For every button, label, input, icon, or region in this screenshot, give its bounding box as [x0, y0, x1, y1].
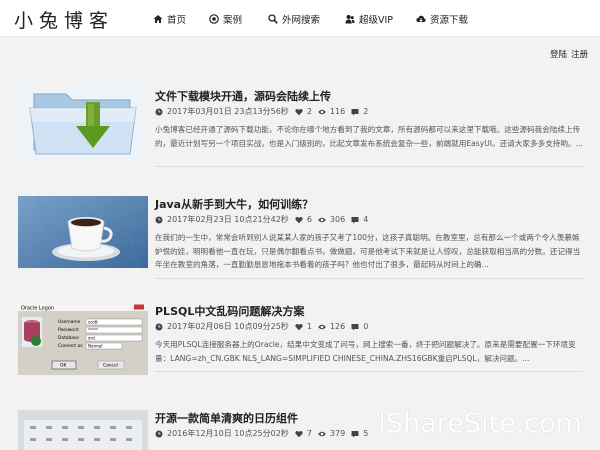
post-excerpt: 今天用PLSQL连接服务器上的Oracle，结果中文变成了问号，网上搜索一番，终… [155, 340, 576, 363]
nav-home[interactable]: 首页 [153, 11, 186, 27]
eye-icon [318, 430, 326, 438]
heart-icon [295, 108, 303, 116]
dialog-title: Oracle Logon [21, 305, 54, 311]
comment-icon [351, 430, 359, 438]
clock-icon [155, 430, 163, 438]
nav-resource-download-label: 资源下载 [430, 15, 469, 26]
post-date: 2016年12月10日 10点25分02秒 [167, 429, 289, 438]
oracle-logon-dialog-image: Oracle Logon Username scott Password ***… [18, 303, 148, 375]
home-icon [153, 14, 163, 24]
post-thumbnail[interactable] [18, 88, 148, 160]
nav-resource-download[interactable]: 资源下载 [416, 11, 468, 27]
nav-web-search-label: 外网搜索 [282, 15, 321, 26]
post-thumbnail[interactable]: Oracle Logon Username scott Password ***… [18, 303, 148, 375]
post-meta: 2017年02月23日 10点21分42秒 6 306 4 [155, 214, 374, 225]
post-comments: 0 [363, 322, 369, 331]
post-title[interactable]: 文件下载模块开通，源码会陆续上传 [155, 88, 331, 104]
post-title[interactable]: Java从新手到大牛，如何训练？ [155, 196, 313, 212]
nav-super-vip-label: 超级VIP [359, 15, 394, 26]
eye-icon [318, 216, 326, 224]
coffee-cup-image [18, 196, 148, 268]
post-meta: 2017年02月06日 10点09分25秒 1 126 0 [155, 321, 374, 332]
post-divider [155, 166, 583, 167]
post-date: 2017年03月01日 23点13分56秒 [167, 107, 289, 116]
post-excerpt: 在我们的一生中，常常会听到别人说某某人家的孩子又考了100分，这孩子真聪明。在教… [155, 233, 581, 269]
post-meta: 2016年12月10日 10点25分02秒 7 379 5 [155, 428, 374, 439]
post-thumbnail[interactable] [18, 196, 148, 268]
svg-text:orcl: orcl [88, 336, 95, 341]
top-navbar: 小兔博客 首页 案例 外网搜索 超级VIP 资源下载 [0, 0, 600, 37]
post-meta: 2017年03月01日 23点13分56秒 2 116 2 [155, 106, 374, 117]
post-comments: 2 [363, 107, 369, 116]
svg-text:Username: Username [58, 319, 81, 325]
post-views: 306 [329, 215, 346, 224]
eye-icon [318, 323, 326, 331]
nav-super-vip[interactable]: 超级VIP [345, 11, 393, 27]
svg-text:scott: scott [88, 320, 98, 325]
clock-icon [155, 108, 163, 116]
register-link[interactable]: 注册 [571, 50, 588, 60]
post-excerpt: 小兔博客已经开通了源码下载功能，不论你在哪个地方看到了我的文章，所有源码都可以来… [155, 125, 583, 148]
post-likes: 2 [306, 107, 312, 116]
post-views: 379 [329, 429, 346, 438]
svg-text:Database: Database [58, 335, 79, 341]
clock-icon [155, 216, 163, 224]
users-icon [345, 14, 355, 24]
cloud-download-icon [416, 14, 426, 24]
folder-download-icon [18, 88, 148, 160]
post-views: 126 [329, 322, 346, 331]
login-link[interactable]: 登陆 [550, 50, 567, 60]
clock-icon [155, 323, 163, 331]
post-divider [155, 278, 583, 279]
heart-icon [295, 323, 303, 331]
post-title[interactable]: PLSQL中文乱码问题解决方案 [155, 303, 304, 319]
post-likes: 1 [306, 322, 312, 331]
comment-icon [351, 323, 359, 331]
post-comments: 4 [363, 215, 369, 224]
site-logo[interactable]: 小兔博客 [14, 6, 114, 33]
nav-web-search[interactable]: 外网搜索 [268, 11, 320, 27]
post-date: 2017年02月06日 10点09分25秒 [167, 322, 289, 331]
nav-home-label: 首页 [167, 15, 187, 26]
post-likes: 6 [306, 215, 312, 224]
svg-text:Connect as: Connect as [58, 343, 83, 349]
heart-icon [295, 216, 303, 224]
post-likes: 7 [306, 429, 312, 438]
calendar-image [18, 410, 148, 450]
nav-cases[interactable]: 案例 [209, 11, 242, 27]
svg-text:Password: Password [58, 327, 79, 333]
svg-text:Normal: Normal [88, 344, 102, 349]
post-views: 116 [329, 107, 346, 116]
auth-links: 登陆 注册 [546, 48, 588, 60]
svg-text:Cancel: Cancel [103, 363, 118, 369]
post-thumbnail[interactable] [18, 410, 148, 450]
target-icon [209, 14, 219, 24]
post-date: 2017年02月23日 10点21分42秒 [167, 215, 289, 224]
comment-icon [351, 108, 359, 116]
post-title[interactable]: 开源一款简单清爽的日历组件 [155, 410, 298, 426]
post-divider [155, 371, 583, 372]
nav-cases-label: 案例 [223, 15, 243, 26]
svg-text:*****: ***** [88, 328, 98, 333]
svg-text:OK: OK [60, 363, 66, 369]
heart-icon [295, 430, 303, 438]
comment-icon [351, 216, 359, 224]
site-watermark: IShareSite.com [378, 408, 582, 439]
post-comments: 5 [363, 429, 369, 438]
eye-icon [318, 108, 326, 116]
search-icon [268, 14, 278, 24]
